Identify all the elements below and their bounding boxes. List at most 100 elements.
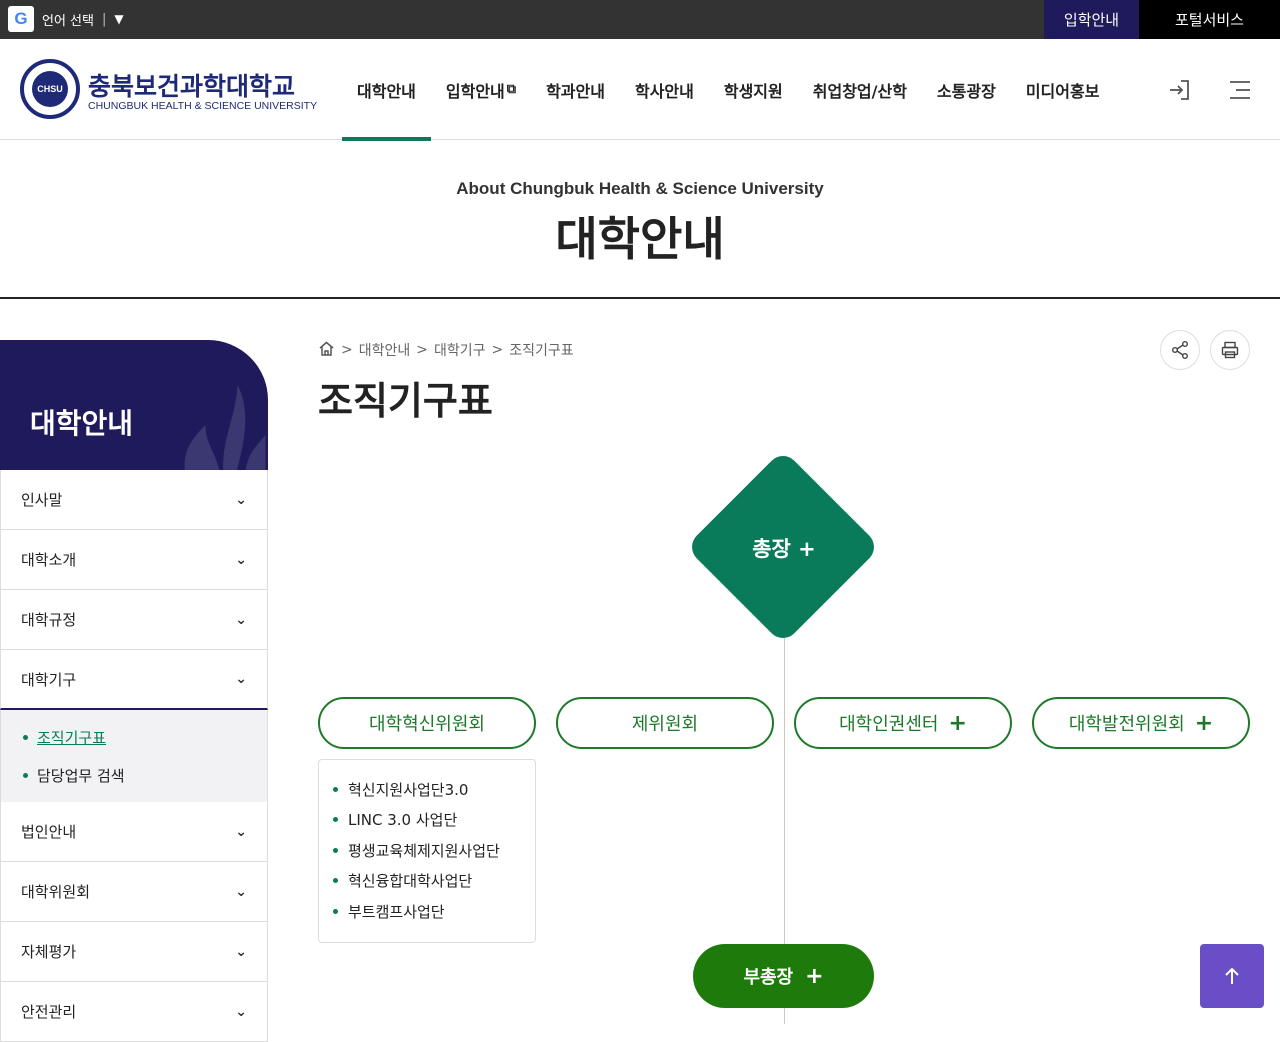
site-header: CHSU 충북보건과학대학교 CHUNGBUK HEALTH & SCIENCE… — [0, 39, 1280, 141]
sidebar-item-label: 대학소개 — [21, 551, 77, 569]
chevron-down-icon: ⌄ — [235, 491, 247, 508]
admission-link[interactable]: 입학안내 — [1044, 0, 1139, 39]
node-label: 대학발전위원회 — [1068, 714, 1185, 735]
nav-label: 학생지원 — [723, 81, 783, 101]
bullet-dot — [333, 847, 338, 853]
sidebar-item-label: 법인안내 — [21, 823, 77, 841]
president-label: 총장 — [752, 537, 791, 561]
sidebar-item-committees[interactable]: 대학위원회 ⌄ — [0, 862, 268, 922]
nav-label: 미디어홍보 — [1025, 81, 1100, 101]
nav-item-about[interactable]: 대학안내 — [342, 39, 431, 141]
nav-label: 학과안내 — [546, 81, 605, 101]
breadcrumb-separator: > — [341, 342, 353, 358]
home-icon[interactable] — [318, 340, 335, 361]
list-item[interactable]: 혁신융합대학사업단 — [333, 866, 535, 897]
sidebar-submenu: 조직기구표 담당업무 검색 — [0, 710, 268, 802]
nav-label: 학사안내 — [634, 81, 694, 101]
list-item[interactable]: LINC 3.0 사업단 — [333, 805, 535, 836]
list-item-label: 평생교육체제지원사업단 — [348, 841, 500, 860]
nav-label: 취업창업/산학 — [812, 81, 907, 101]
nav-label: 입학안내 — [445, 81, 505, 101]
banner-subtitle: About Chungbuk Health & Science Universi… — [456, 179, 824, 198]
nav-label: 소통광장 — [936, 81, 996, 101]
submenu-label: 조직기구표 — [37, 728, 107, 747]
share-button[interactable] — [1160, 330, 1200, 370]
nav-item-media[interactable]: 미디어홍보 — [1011, 39, 1115, 140]
submenu-item-duty-search[interactable]: 담당업무 검색 — [1, 756, 267, 794]
emblem-core: CHSU — [32, 71, 68, 107]
breadcrumb-item[interactable]: 대학기구 — [434, 340, 486, 360]
chevron-down-icon: ⌄ — [235, 1003, 247, 1020]
list-item-label: 부트캠프사업단 — [348, 902, 445, 921]
list-item-label: LINC 3.0 사업단 — [348, 811, 458, 830]
bullet-dot — [333, 908, 338, 914]
node-human-rights-center[interactable]: 대학인권센터 + — [794, 697, 1012, 749]
hamburger-menu-icon[interactable] — [1225, 75, 1255, 105]
bullet-dot — [333, 878, 338, 884]
print-button[interactable] — [1210, 330, 1250, 370]
nav-item-admission[interactable]: 입학안내 ⧉ — [431, 39, 531, 140]
logo-korean-name[interactable]: 충북보건과학대학교 — [88, 67, 295, 103]
node-innovation-committee[interactable]: 대학혁신위원회 — [318, 697, 536, 749]
google-translate-icon: G — [8, 6, 34, 32]
submenu-item-org-chart[interactable]: 조직기구표 — [1, 718, 267, 756]
nav-item-departments[interactable]: 학과안내 — [531, 39, 620, 140]
banner-title: 대학안내 — [555, 212, 725, 266]
sidebar-item-organization[interactable]: 대학기구 ⌄ — [0, 650, 268, 710]
plus-icon: + — [1194, 710, 1214, 736]
logo-english-name[interactable]: CHUNGBUK HEALTH & SCIENCE UNIVERSITY — [88, 100, 317, 112]
sub-visual-banner: About Chungbuk Health & Science Universi… — [0, 141, 1280, 299]
main-navigation: 대학안내 입학안내 ⧉ 학과안내 학사안내 학생지원 취업창업/산학 소통광장 미… — [342, 39, 1115, 141]
chevron-down-icon: ⌄ — [235, 551, 247, 568]
sidebar-item-regulations[interactable]: 대학규정 ⌄ — [0, 590, 268, 650]
bullet-dot — [333, 817, 338, 823]
list-item-label: 혁신지원사업단3.0 — [348, 780, 469, 799]
breadcrumb-item[interactable]: 대학안내 — [359, 340, 411, 360]
breadcrumb: > 대학안내 > 대학기구 > 조직기구표 — [318, 340, 574, 360]
login-icon[interactable] — [1165, 75, 1195, 105]
list-item[interactable]: 부트캠프사업단 — [333, 896, 535, 927]
bullet-dot — [333, 786, 338, 792]
nav-item-community[interactable]: 소통광장 — [922, 39, 1011, 140]
innovation-committee-list: 혁신지원사업단3.0 LINC 3.0 사업단 평생교육체제지원사업단 혁신융합… — [318, 759, 536, 943]
nav-item-academic[interactable]: 학사안내 — [620, 39, 709, 140]
sidebar-item-greeting[interactable]: 인사말 ⌄ — [0, 470, 268, 530]
nav-item-employment[interactable]: 취업창업/산학 — [798, 39, 922, 140]
portal-service-link[interactable]: 포털서비스 — [1139, 0, 1280, 39]
node-committees[interactable]: 제위원회 — [556, 697, 774, 749]
president-node[interactable]: 총장 + — [684, 533, 884, 563]
sidebar-item-label: 대학위원회 — [21, 883, 91, 901]
external-link-icon: ⧉ — [506, 82, 517, 97]
sidebar-item-label: 대학규정 — [21, 611, 77, 629]
nav-item-student-support[interactable]: 학생지원 — [709, 39, 798, 140]
org-chart: 총장 + 대학혁신위원회 제위원회 대학인권센터 + 대학발전위원회 + 혁신지원사… — [300, 440, 1280, 1024]
sidebar-item-self-evaluation[interactable]: 자체평가 ⌄ — [0, 922, 268, 982]
chevron-down-icon: ⌄ — [235, 671, 247, 687]
sidebar-item-introduction[interactable]: 대학소개 ⌄ — [0, 530, 268, 590]
scroll-to-top-button[interactable] — [1200, 944, 1264, 1008]
breadcrumb-item[interactable]: 조직기구표 — [509, 340, 573, 360]
university-emblem-logo[interactable]: CHSU — [20, 59, 80, 119]
node-label: 대학인권센터 — [839, 714, 939, 735]
sidebar-item-safety[interactable]: 안전관리 ⌄ — [0, 982, 268, 1042]
node-development-committee[interactable]: 대학발전위원회 + — [1032, 697, 1250, 749]
nav-label: 대학안내 — [357, 81, 416, 101]
top-utility-bar: G 언어 선택 | ▼ 입학안내 포털서비스 — [0, 0, 1280, 39]
language-selector[interactable]: G 언어 선택 | ▼ — [8, 6, 124, 32]
breadcrumb-separator: > — [491, 342, 504, 358]
sidebar-item-label: 대학기구 — [21, 670, 77, 689]
arrow-up-icon — [1225, 967, 1239, 984]
bullet-dot — [23, 734, 28, 740]
list-item[interactable]: 평생교육체제지원사업단 — [333, 835, 535, 866]
share-icon — [1172, 341, 1188, 359]
vice-president-node[interactable]: 부총장 + — [693, 944, 874, 1008]
list-item[interactable]: 혁신지원사업단3.0 — [333, 774, 535, 805]
sidebar-item-label: 인사말 — [21, 491, 63, 509]
chevron-down-icon: ⌄ — [235, 943, 247, 960]
list-item-label: 혁신융합대학사업단 — [348, 872, 473, 891]
breadcrumb-separator: > — [416, 342, 428, 358]
sidebar-item-label: 안전관리 — [21, 1003, 77, 1021]
bullet-dot — [23, 772, 28, 778]
sidebar-item-foundation[interactable]: 법인안내 ⌄ — [0, 802, 268, 862]
sidebar-item-label: 자체평가 — [21, 943, 77, 961]
